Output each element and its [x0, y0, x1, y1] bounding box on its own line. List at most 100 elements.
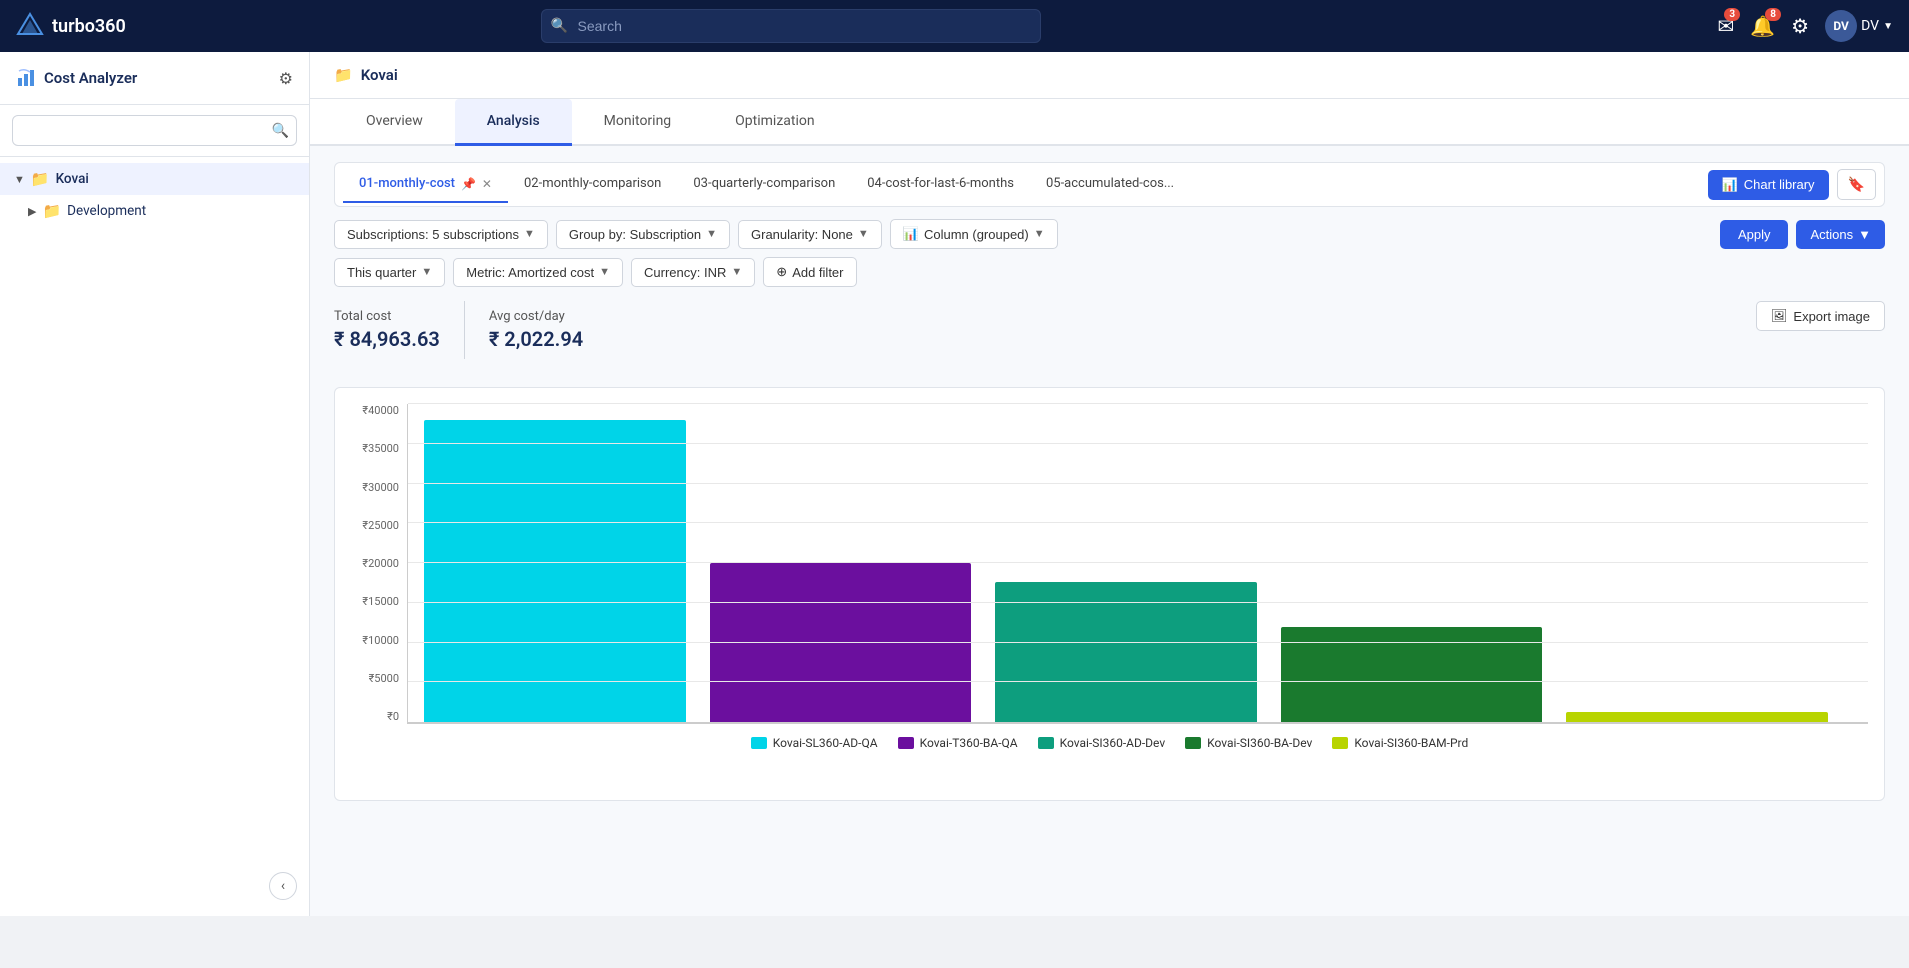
y-axis: ₹0 ₹5000 ₹10000 ₹15000 ₹20000 ₹25000 ₹30… — [351, 404, 407, 724]
date-range-filter[interactable]: This quarter ▼ — [334, 258, 445, 287]
legend-item-1: Kovai-T360-BA-QA — [898, 736, 1018, 750]
add-filter-button[interactable]: ⊕ Add filter — [763, 257, 856, 287]
search-bar: 🔍 — [541, 9, 1041, 43]
close-icon-0[interactable]: ✕ — [482, 177, 492, 191]
legend-item-0: Kovai-SL360-AD-QA — [751, 736, 878, 750]
settings-button[interactable]: ⚙ — [1791, 14, 1809, 38]
content-area: 01-monthly-cost 📌 ✕ 02-monthly-compariso… — [310, 146, 1909, 916]
metric-label: Metric: Amortized cost — [466, 265, 594, 280]
tab-monitoring[interactable]: Monitoring — [572, 99, 704, 146]
export-icon: 🖼 — [1771, 308, 1788, 324]
sidebar-settings-button[interactable]: ⚙ — [279, 69, 293, 88]
apply-button[interactable]: Apply — [1720, 220, 1789, 249]
legend-item-4: Kovai-SI360-BAM-Prd — [1332, 736, 1468, 750]
sidebar-search-icon: 🔍 — [272, 123, 289, 139]
tab-optimization[interactable]: Optimization — [703, 99, 846, 146]
chart-body: ₹0 ₹5000 ₹10000 ₹15000 ₹20000 ₹25000 ₹30… — [351, 404, 1868, 724]
filter-actions: Apply Actions ▼ — [1720, 220, 1885, 249]
pin-icon-0: 📌 — [461, 177, 476, 191]
sidebar-title-text: Cost Analyzer — [44, 69, 137, 87]
sidebar-kovai-label: Kovai — [56, 171, 89, 187]
main-tabs: Overview Analysis Monitoring Optimizatio… — [310, 99, 1909, 146]
date-range-label: This quarter — [347, 265, 416, 280]
bar-3[interactable] — [1281, 627, 1543, 722]
bar-4[interactable] — [1566, 712, 1828, 722]
granularity-arrow: ▼ — [858, 228, 869, 240]
sidebar-header: Cost Analyzer ⚙ — [0, 52, 309, 105]
chart-tab-1[interactable]: 02-monthly-comparison — [508, 166, 677, 203]
bar-1[interactable] — [710, 563, 972, 722]
chart-tabs-scroll: 01-monthly-cost 📌 ✕ 02-monthly-compariso… — [343, 166, 1700, 203]
search-input[interactable] — [541, 9, 1041, 43]
legend-label-2: Kovai-SI360-AD-Dev — [1060, 736, 1166, 750]
chart-tabs-row: 01-monthly-cost 📌 ✕ 02-monthly-compariso… — [334, 162, 1885, 207]
tab-overview[interactable]: Overview — [334, 99, 455, 146]
breadcrumb-folder-icon: 📁 — [334, 66, 353, 84]
sidebar-collapse-button[interactable]: ‹ — [269, 872, 297, 900]
chart-tab-4[interactable]: 05-accumulated-cos... — [1030, 166, 1190, 203]
actions-button[interactable]: Actions ▼ — [1796, 220, 1885, 249]
total-cost-stat: Total cost ₹ 84,963.63 — [334, 301, 464, 359]
breadcrumb: 📁 Kovai — [310, 52, 1909, 99]
bars-area — [407, 404, 1868, 724]
user-menu[interactable]: DV DV ▼ — [1825, 10, 1893, 42]
add-filter-label: Add filter — [792, 265, 843, 280]
notifications-button[interactable]: 🔔 8 — [1750, 14, 1775, 38]
export-image-button[interactable]: 🖼 Export image — [1756, 301, 1885, 331]
filter-row-2: This quarter ▼ Metric: Amortized cost ▼ … — [334, 257, 1885, 287]
metric-arrow: ▼ — [599, 266, 610, 278]
metric-filter[interactable]: Metric: Amortized cost ▼ — [453, 258, 623, 287]
chart-legend: Kovai-SL360-AD-QA Kovai-T360-BA-QA Kovai… — [351, 736, 1868, 750]
legend-color-3 — [1185, 737, 1201, 749]
chart-tabs-actions: 📊 Chart library 🔖 — [1708, 163, 1876, 206]
chart-container: ₹0 ₹5000 ₹10000 ₹15000 ₹20000 ₹25000 ₹30… — [334, 387, 1885, 801]
sidebar-title-area: Cost Analyzer — [16, 68, 137, 88]
bookmark-icon: 🔖 — [1848, 176, 1865, 192]
granularity-label: Granularity: None — [751, 227, 853, 242]
legend-label-3: Kovai-SI360-BA-Dev — [1207, 736, 1312, 750]
group-by-filter[interactable]: Group by: Subscription ▼ — [556, 220, 730, 249]
add-filter-icon: ⊕ — [776, 264, 787, 280]
avatar: DV — [1825, 10, 1857, 42]
logo-icon — [16, 12, 44, 40]
subscriptions-arrow: ▼ — [524, 228, 535, 240]
y-label-4: ₹20000 — [351, 557, 399, 570]
avg-cost-value: ₹ 2,022.94 — [489, 327, 583, 351]
chart-library-icon: 📊 — [1722, 177, 1738, 193]
chart-tab-2-label: 03-quarterly-comparison — [693, 176, 835, 191]
sidebar-item-kovai[interactable]: ▼ 📁 Kovai — [0, 163, 309, 195]
legend-color-2 — [1038, 737, 1054, 749]
bar-0[interactable] — [424, 420, 686, 722]
chart-tab-2[interactable]: 03-quarterly-comparison — [677, 166, 851, 203]
tab-analysis[interactable]: Analysis — [455, 99, 572, 146]
sidebar-search-input[interactable] — [12, 115, 297, 146]
chart-type-filter[interactable]: 📊 Column (grouped) ▼ — [890, 219, 1058, 249]
chart-library-label: Chart library — [1744, 177, 1815, 192]
y-label-1: ₹5000 — [351, 672, 399, 685]
sidebar-item-development[interactable]: ▶ 📁 Development — [0, 195, 309, 227]
folder-icon-kovai: 📁 — [31, 170, 50, 188]
chart-tab-3-label: 04-cost-for-last-6-months — [867, 176, 1014, 191]
currency-filter[interactable]: Currency: INR ▼ — [631, 258, 755, 287]
messages-button[interactable]: ✉ 3 — [1718, 14, 1735, 38]
currency-label: Currency: INR — [644, 265, 726, 280]
chart-tab-0[interactable]: 01-monthly-cost 📌 ✕ — [343, 166, 508, 203]
legend-label-0: Kovai-SL360-AD-QA — [773, 736, 878, 750]
granularity-filter[interactable]: Granularity: None ▼ — [738, 220, 882, 249]
chart-tab-3[interactable]: 04-cost-for-last-6-months — [851, 166, 1030, 203]
y-label-8: ₹40000 — [351, 404, 399, 417]
actions-arrow: ▼ — [1858, 227, 1871, 242]
stats-row: Total cost ₹ 84,963.63 Avg cost/day ₹ 2,… — [334, 301, 607, 359]
main-content: 📁 Kovai Overview Analysis Monitoring Opt… — [310, 52, 1909, 916]
sidebar: Cost Analyzer ⚙ 🔍 ▼ 📁 Kovai ▶ 📁 Developm… — [0, 52, 310, 916]
subscriptions-filter[interactable]: Subscriptions: 5 subscriptions ▼ — [334, 220, 548, 249]
nav-right: ✉ 3 🔔 8 ⚙ DV DV ▼ — [1718, 10, 1893, 42]
stats-export-row: Total cost ₹ 84,963.63 Avg cost/day ₹ 2,… — [334, 301, 1885, 375]
chart-library-button[interactable]: 📊 Chart library — [1708, 170, 1829, 200]
avg-cost-label: Avg cost/day — [489, 309, 583, 324]
legend-label-4: Kovai-SI360-BAM-Prd — [1354, 736, 1468, 750]
bar-2[interactable] — [995, 582, 1257, 722]
filter-row-1: Subscriptions: 5 subscriptions ▼ Group b… — [334, 219, 1885, 249]
bookmark-button[interactable]: 🔖 — [1837, 169, 1876, 200]
total-cost-value: ₹ 84,963.63 — [334, 327, 440, 351]
